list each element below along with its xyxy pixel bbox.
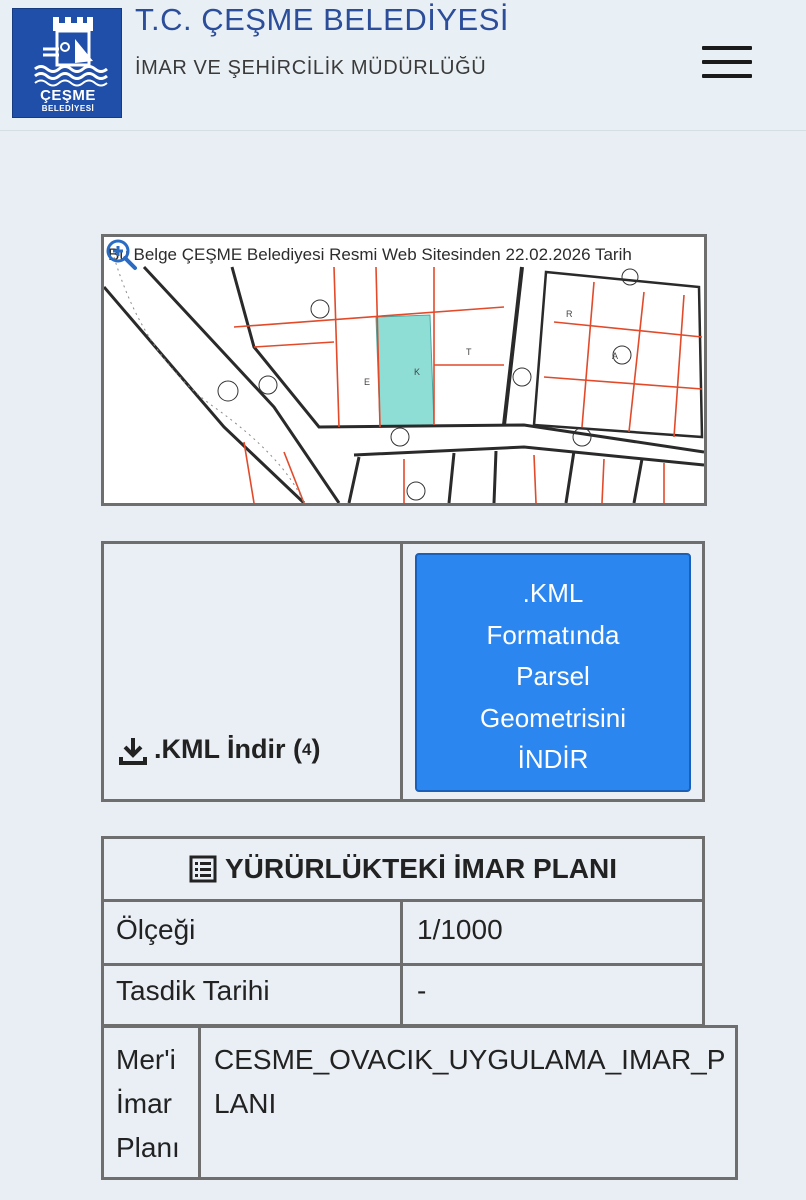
row-label: Mer'i İmar Planı xyxy=(116,1044,180,1163)
button-line: Formatında xyxy=(486,619,620,650)
table-row: Ölçeği 1/1000 xyxy=(101,902,705,966)
plan-table-title: YÜRÜRLÜKTEKİ İMAR PLANI xyxy=(225,853,617,884)
svg-text:K: K xyxy=(414,367,420,377)
row-label: Tasdik Tarihi xyxy=(116,975,270,1006)
cell-divider xyxy=(400,544,403,799)
svg-text:A: A xyxy=(612,351,618,361)
table-row-plan-name: Mer'i İmar Planı CESME_OVACIK_UYGULAMA_I… xyxy=(101,1025,738,1180)
table-row: Tasdik Tarihi - xyxy=(101,963,705,1027)
org-title[interactable]: T.C. ÇEŞME BELEDİYESİ xyxy=(135,2,509,38)
zoom-in-icon[interactable] xyxy=(104,237,138,271)
row-value: 1/1000 xyxy=(417,914,503,945)
kml-download-row: .KML İndir (4) .KML Formatında Parsel Ge… xyxy=(101,541,705,802)
kml-download-link[interactable]: .KML İndir (4) xyxy=(118,734,320,765)
button-line: İNDİR xyxy=(517,744,589,774)
svg-text:E: E xyxy=(364,377,370,387)
cadastral-map-drawing: E K T R A xyxy=(104,237,704,503)
kml-parcel-download-button[interactable]: .KML Formatında Parsel Geometrisini İNDİ… xyxy=(415,553,691,792)
menu-bar xyxy=(702,74,752,78)
logo-text-belediyesi: BELEDİYESİ xyxy=(41,104,95,113)
svg-text:T: T xyxy=(466,347,472,357)
cell-divider xyxy=(400,963,403,1024)
org-subtitle: İMAR VE ŞEHİRCİLİK MÜDÜRLÜĞÜ xyxy=(135,57,487,79)
zoning-plan-table: YÜRÜRLÜKTEKİ İMAR PLANI Ölçeği 1/1000 Ta… xyxy=(101,836,705,1028)
button-line: Geometrisini xyxy=(480,702,626,733)
kml-download-label: .KML İndir ( xyxy=(154,734,302,764)
kml-download-close: ) xyxy=(311,734,321,764)
svg-text:R: R xyxy=(566,309,573,319)
menu-bar xyxy=(702,60,752,64)
list-icon xyxy=(189,855,217,883)
cell-divider xyxy=(400,902,403,963)
menu-bar xyxy=(702,46,752,50)
download-icon xyxy=(119,737,147,765)
municipality-logo[interactable]: ÇEŞME BELEDİYESİ xyxy=(12,8,122,118)
row-value: CESME_OVACIK_UYGULAMA_IMAR_PLANI xyxy=(214,1044,726,1119)
button-line: Parsel xyxy=(516,661,590,691)
plan-table-header: YÜRÜRLÜKTEKİ İMAR PLANI xyxy=(101,836,705,902)
logo-text-name: ÇEŞME xyxy=(40,87,96,104)
row-label: Ölçeği xyxy=(116,914,196,945)
row-value: - xyxy=(417,975,427,1006)
cell-divider xyxy=(198,1028,201,1177)
parcel-map[interactable]: E K T R A Bu Belge ÇEŞME Belediyesi Resm… xyxy=(101,234,707,506)
download-count: 4 xyxy=(302,739,312,759)
button-line: .KML xyxy=(522,578,584,608)
site-header: ÇEŞME BELEDİYESİ T.C. ÇEŞME BELEDİYESİ İ… xyxy=(0,0,806,131)
map-watermark-banner: Bu Belge ÇEŞME Belediyesi Resmi Web Site… xyxy=(108,245,632,264)
hamburger-icon[interactable] xyxy=(700,44,754,82)
